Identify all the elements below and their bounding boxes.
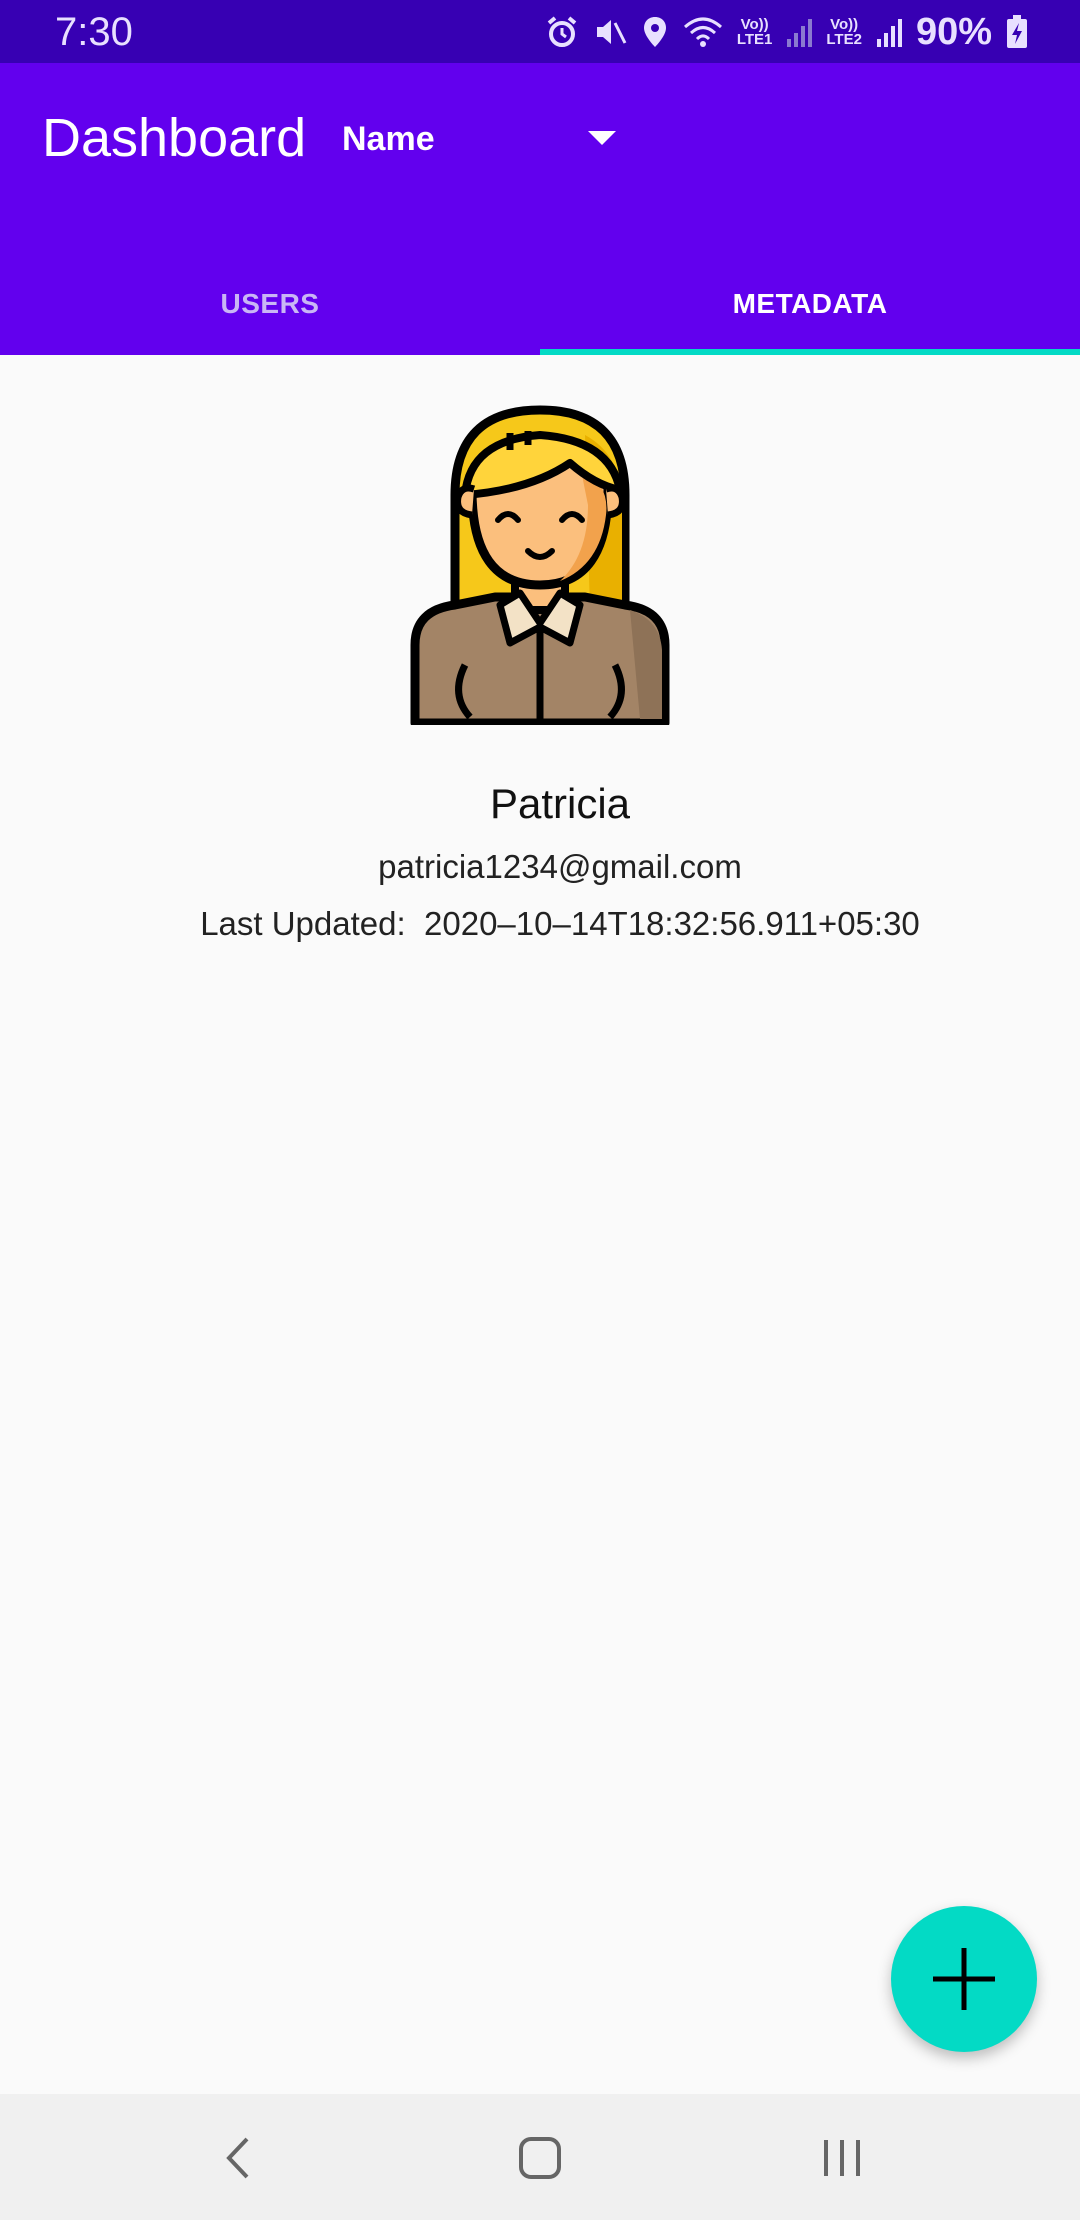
sim1-label: Vo)) LTE1 (736, 16, 773, 48)
signal-icon (876, 17, 902, 47)
battery-percent: 90% (915, 10, 992, 53)
sort-dropdown[interactable]: Name (342, 111, 622, 167)
mute-icon (593, 15, 627, 49)
last-updated-value: 2020–10–14T18:32:56.911+05:30 (424, 905, 920, 942)
sim2-label: Vo)) LTE2 (826, 16, 862, 48)
battery-charging-icon (1006, 15, 1028, 49)
signal-icon (786, 17, 813, 47)
sort-dropdown-value: Name (342, 119, 435, 158)
tab-users[interactable]: USERS (0, 253, 540, 355)
chevron-down-icon (588, 131, 616, 145)
tab-metadata-label: METADATA (732, 288, 888, 319)
tab-users-label: USERS (220, 288, 320, 319)
status-time: 7:30 (55, 10, 133, 54)
recents-button[interactable] (812, 2130, 872, 2186)
back-button[interactable] (208, 2130, 268, 2186)
alarm-icon (545, 15, 579, 49)
add-button[interactable] (891, 1906, 1037, 2052)
last-updated-label: Last Updated: (200, 905, 406, 942)
user-name: Patricia (489, 780, 631, 827)
status-icons: Vo)) LTE1 Vo)) LTE2 90% (545, 8, 1028, 56)
system-nav-bar (0, 2094, 1080, 2220)
app-bar: Dashboard Name USERS METADATA (0, 63, 1080, 355)
last-updated: Last Updated: 2020–10–14T18:32:56.911+05… (0, 905, 1080, 943)
plus-icon (933, 1948, 995, 2010)
female-user-avatar-icon (410, 405, 670, 728)
avatar (410, 405, 670, 728)
tab-bar: USERS METADATA (0, 253, 1080, 355)
home-icon (519, 2137, 561, 2179)
page-title: Dashboard (42, 108, 307, 168)
user-email: patricia1234@gmail.com (378, 848, 742, 885)
status-bar: 7:30 Vo)) LTE1 Vo)) LTE2 90% (0, 0, 1080, 63)
location-icon (641, 15, 669, 49)
tab-indicator (540, 349, 1080, 355)
back-icon (226, 2137, 249, 2179)
home-button[interactable] (510, 2130, 570, 2186)
wifi-icon (683, 15, 723, 49)
tab-metadata[interactable]: METADATA (540, 253, 1080, 355)
recents-icon (824, 2140, 860, 2176)
